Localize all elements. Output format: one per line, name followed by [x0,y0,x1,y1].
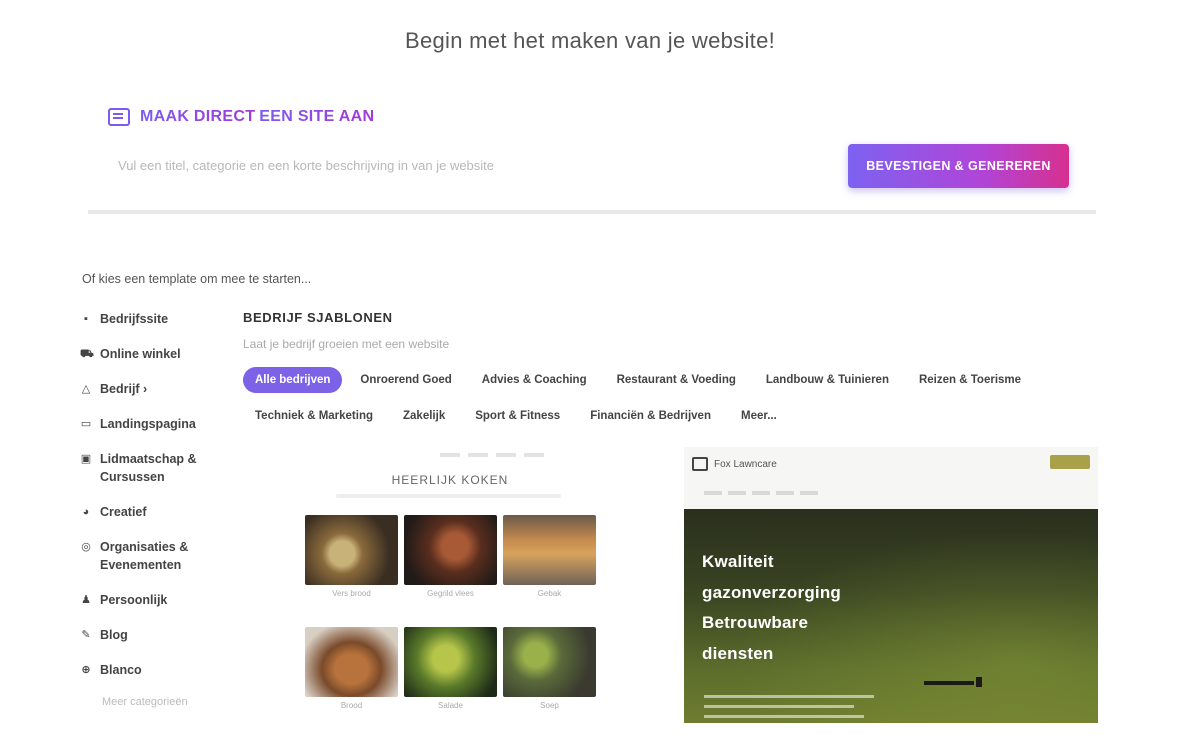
templates-section-subtitle: Laat je bedrijf groeien met een website [243,337,450,351]
template-category-filters: Alle bedrijven Onroerend Goed Advies & C… [243,367,1073,429]
template-topbar: Fox Lawncare [684,447,1098,509]
sidebar-item-blog[interactable]: ✎ Blog [80,626,220,644]
food-image-pastry [503,515,596,585]
ai-heading: MAAK DIRECT EEN SITE AAN [108,108,374,126]
sidebar-item-label: Lidmaatschap & Cursussen [100,452,197,484]
filter-chip-zakelijk[interactable]: Zakelijk [391,403,458,429]
membership-icon: ▣ [80,453,92,465]
briefcase-icon: ▪ [84,313,88,325]
filter-chip-restaurant-voeding[interactable]: Restaurant & Voeding [604,367,748,393]
browser-window-icon [108,108,130,126]
hero-line-1: Kwaliteit [702,552,774,571]
template-title: HEERLIJK KOKEN [391,473,509,487]
filter-chip-onroerend-goed[interactable]: Onroerend Goed [348,367,464,393]
tile-caption: Gegrild vlees [427,589,474,598]
choose-template-text: Of kies een template om mee te starten..… [82,272,312,286]
sidebar-item-bedrijfssite[interactable]: ▪ Bedrijfssite [80,310,220,328]
filter-chip-reizen-toerisme[interactable]: Reizen & Toerisme [906,367,1034,393]
sidebar-item-creatief[interactable]: ◕ Creatief [80,503,220,521]
filter-chip-alle-bedrijven[interactable]: Alle bedrijven [243,367,343,393]
building-icon: △ [81,383,91,395]
sidebar-item-lidmaatschap[interactable]: ▣ Lidmaatschap & Cursussen [80,450,220,486]
ai-heading-part2: EEN SITE AAN [259,108,375,125]
sidebar-item-label: Creatief [100,505,147,519]
template-card-heerlijk-koken[interactable]: HEERLIJK KOKEN Vers brood Gegrild vlees … [300,447,600,727]
filter-chip-sport-fitness[interactable]: Sport & Fitness [463,403,573,429]
sidebar-item-label: Blog [100,628,128,642]
template-subtitle-placeholder [336,494,561,498]
hero-line-4: diensten [702,644,774,663]
sidebar-item-bedrijf[interactable]: △ Bedrijf › [80,380,220,398]
filter-chip-meer[interactable]: Meer... [728,403,789,429]
templates-section-title: BEDRIJF SJABLONEN [243,310,393,325]
filter-chip-advies-coaching[interactable]: Advies & Coaching [469,367,599,393]
sidebar-item-label: Bedrijf › [100,382,148,396]
food-image-soup [503,627,596,697]
sidebar-item-organisaties[interactable]: ◎ Organisaties & Evenementen [80,538,220,574]
sidebar-item-label: Landingspagina [100,417,196,431]
ai-heading-part1: MAAK DIRECT [140,108,256,125]
palette-icon: ◕ [82,506,90,518]
more-categories-link[interactable]: Meer categorieën [102,696,220,708]
food-image-salad [404,627,497,697]
hero-line-2: gazonverzorging [702,583,842,602]
confirm-generate-button[interactable]: BEVESTIGEN & GENEREREN [848,144,1069,188]
sidebar-item-label: Online winkel [100,347,181,361]
globe-icon: ◎ [81,541,91,553]
tile-caption: Gebak [537,589,562,598]
tile-caption: Salade [438,701,463,710]
food-image-loaf [305,627,398,697]
filter-chip-techniek-marketing[interactable]: Techniek & Marketing [243,403,386,429]
sidebar-item-blanco[interactable]: ⊕ Blanco [80,661,220,679]
template-card-lawncare[interactable]: Fox Lawncare Kwaliteit gazonverzorging B… [684,447,1098,723]
sidebar-item-label: Organisaties & Evenementen [100,540,189,572]
hero-text-placeholder [704,705,854,708]
food-image-bread [305,515,398,585]
cart-icon: ⛟ [80,348,94,360]
pen-icon: ✎ [81,629,91,641]
mower-silhouette [924,677,982,687]
sidebar-item-persoonlijk[interactable]: ♟ Persoonlijk [80,591,220,609]
tile-caption: Soep [540,701,559,710]
template-logo: Fox Lawncare [692,457,777,471]
filter-chip-landbouw-tuinieren[interactable]: Landbouw & Tuinieren [753,367,901,393]
hero-line-3: Betrouwbare [702,613,809,632]
sidebar-item-label: Blanco [100,663,142,677]
page-title: Begin met het maken van je website! [404,28,776,53]
sidebar-item-landingspagina[interactable]: ▭ Landingspagina [80,415,220,433]
tile-caption: Brood [340,701,363,710]
landing-page-icon: ▭ [80,418,92,430]
hero-text-placeholder [704,715,864,718]
template-nav-placeholder [440,453,550,457]
person-icon: ♟ [81,594,91,606]
sidebar-item-online-winkel[interactable]: ⛟ Online winkel [80,345,220,363]
plus-circle-icon: ⊕ [81,664,91,676]
ai-site-generator-card: MAAK DIRECT EEN SITE AAN BEVESTIGEN & GE… [88,92,1096,214]
template-nav-placeholder [704,491,824,495]
sidebar-item-label: Persoonlijk [100,593,168,607]
tile-caption: Vers brood [332,589,371,598]
sidebar-item-label: Bedrijfssite [100,312,169,326]
lawnmower-icon [692,457,708,471]
site-description-input[interactable] [118,154,818,176]
hero-text-placeholder [704,695,874,698]
category-sidebar: ▪ Bedrijfssite ⛟ Online winkel △ Bedrijf… [80,310,220,708]
template-brand-name: Fox Lawncare [714,458,777,470]
filter-chip-financien[interactable]: Financiën & Bedrijven [578,403,723,429]
food-image-grill [404,515,497,585]
template-cta-button [1050,455,1090,469]
